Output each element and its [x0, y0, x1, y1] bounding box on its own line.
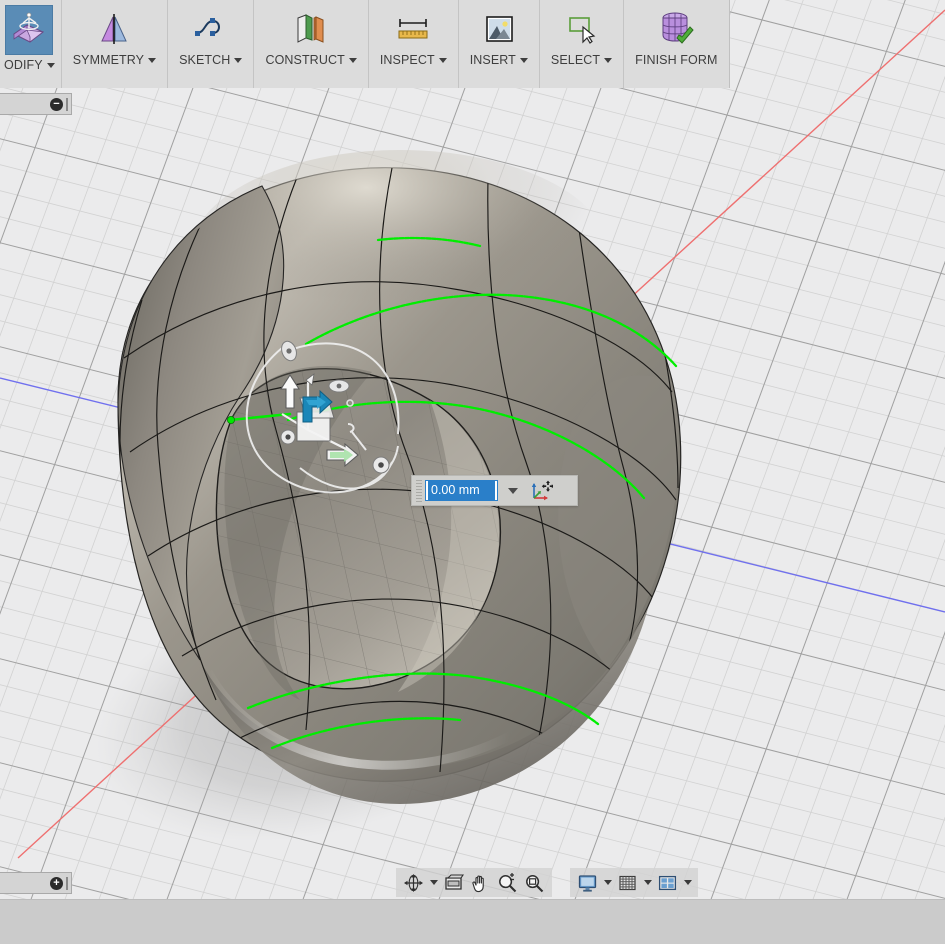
chevron-down-icon[interactable]	[47, 63, 55, 68]
toolbar-panel-inspect[interactable]: INSPECT	[369, 0, 459, 88]
value-box-grip[interactable]	[416, 480, 422, 502]
look-at-icon[interactable]	[441, 871, 466, 894]
toolbar-label-symmetry: SYMMETRY	[73, 53, 156, 67]
selected-vertex	[227, 416, 234, 423]
distance-input-field[interactable]: 0.00 mm	[425, 480, 498, 501]
pan-hand-icon[interactable]	[468, 871, 493, 894]
toolbar-label-sketch: SKETCH	[179, 53, 242, 67]
orbit-dropdown-caret-icon[interactable]	[428, 871, 439, 894]
chevron-down-icon[interactable]	[520, 58, 528, 63]
panel-grip-handle[interactable]	[66, 98, 68, 111]
toolbar-label-select: SELECT	[551, 53, 612, 67]
toolbar-panel-select[interactable]: SELECT	[540, 0, 624, 88]
toolbar-text-insert: INSERT	[470, 53, 516, 67]
toolbar-panel-insert[interactable]: INSERT	[459, 0, 540, 88]
toolbar-panel-finish-form[interactable]: FINISH FORM	[624, 0, 729, 88]
browser-panel-collapsed-top[interactable]: −	[0, 93, 72, 115]
chevron-down-icon[interactable]	[148, 58, 156, 63]
toolbar-label-modify: ODIFY	[4, 58, 55, 72]
toolbar-text-symmetry: SYMMETRY	[73, 53, 144, 67]
select-cursor-icon[interactable]	[559, 8, 605, 50]
chevron-down-icon[interactable]	[349, 58, 357, 63]
modify-form-icon[interactable]	[5, 5, 53, 55]
sculpt-toolbar: ODIFY SYMMETRY	[0, 0, 730, 88]
toolbar-text-inspect: INSPECT	[380, 53, 435, 67]
toolbar-text-finish-form: FINISH FORM	[635, 53, 717, 67]
display-monitor-icon[interactable]	[575, 871, 600, 894]
fusion-application-window: ODIFY SYMMETRY	[0, 0, 945, 944]
toolbar-text-sketch: SKETCH	[179, 53, 230, 67]
finish-form-icon[interactable]	[653, 8, 699, 50]
display-dropdown-caret-icon[interactable]	[602, 871, 613, 894]
expand-plus-icon[interactable]: +	[50, 877, 63, 890]
chevron-down-icon[interactable]	[234, 58, 242, 63]
symmetry-icon[interactable]	[91, 8, 137, 50]
toolbar-label-finish-form: FINISH FORM	[635, 53, 717, 67]
toolbar-text-modify: ODIFY	[4, 58, 43, 72]
collapse-minus-icon[interactable]: −	[50, 98, 63, 111]
toolbar-panel-construct[interactable]: CONSTRUCT	[254, 0, 368, 88]
grid-dropdown-caret-icon[interactable]	[642, 871, 653, 894]
toolbar-text-select: SELECT	[551, 53, 600, 67]
chevron-down-icon[interactable]	[604, 58, 612, 63]
construct-plane-icon[interactable]	[288, 8, 334, 50]
toolbar-label-inspect: INSPECT	[380, 53, 447, 67]
sketch-spline-icon[interactable]	[188, 8, 234, 50]
grid-icon[interactable]	[615, 871, 640, 894]
view-navigation-bar	[396, 868, 698, 897]
toolbar-panel-modify[interactable]: ODIFY	[0, 0, 62, 88]
orbit-icon[interactable]	[401, 871, 426, 894]
panel-grip-handle[interactable]	[66, 877, 68, 890]
fit-icon[interactable]	[522, 871, 547, 894]
viewport-layout-icon[interactable]	[655, 871, 680, 894]
scene-geometry	[0, 0, 945, 899]
toolbar-panel-sketch[interactable]: SKETCH	[168, 0, 254, 88]
3d-viewport[interactable]	[0, 0, 945, 899]
measure-ruler-icon[interactable]	[390, 8, 436, 50]
manipulator-value-input-box[interactable]: 0.00 mm	[411, 475, 578, 506]
browser-panel-collapsed-bottom[interactable]: +	[0, 872, 72, 894]
coordinate-system-move-icon[interactable]	[529, 480, 553, 502]
toolbar-label-construct: CONSTRUCT	[265, 53, 356, 67]
chevron-down-icon[interactable]	[508, 488, 518, 494]
distance-input-value[interactable]: 0.00 mm	[428, 481, 495, 500]
toolbar-text-construct: CONSTRUCT	[265, 53, 344, 67]
zoom-icon[interactable]	[495, 871, 520, 894]
toolbar-panel-symmetry[interactable]: SYMMETRY	[62, 0, 168, 88]
navbar-group-display	[570, 868, 698, 897]
toolbar-label-insert: INSERT	[470, 53, 528, 67]
viewport-dropdown-caret-icon[interactable]	[682, 871, 693, 894]
insert-image-icon[interactable]	[476, 8, 522, 50]
status-bar	[0, 899, 945, 944]
navbar-group-navigation	[396, 868, 552, 897]
chevron-down-icon[interactable]	[439, 58, 447, 63]
